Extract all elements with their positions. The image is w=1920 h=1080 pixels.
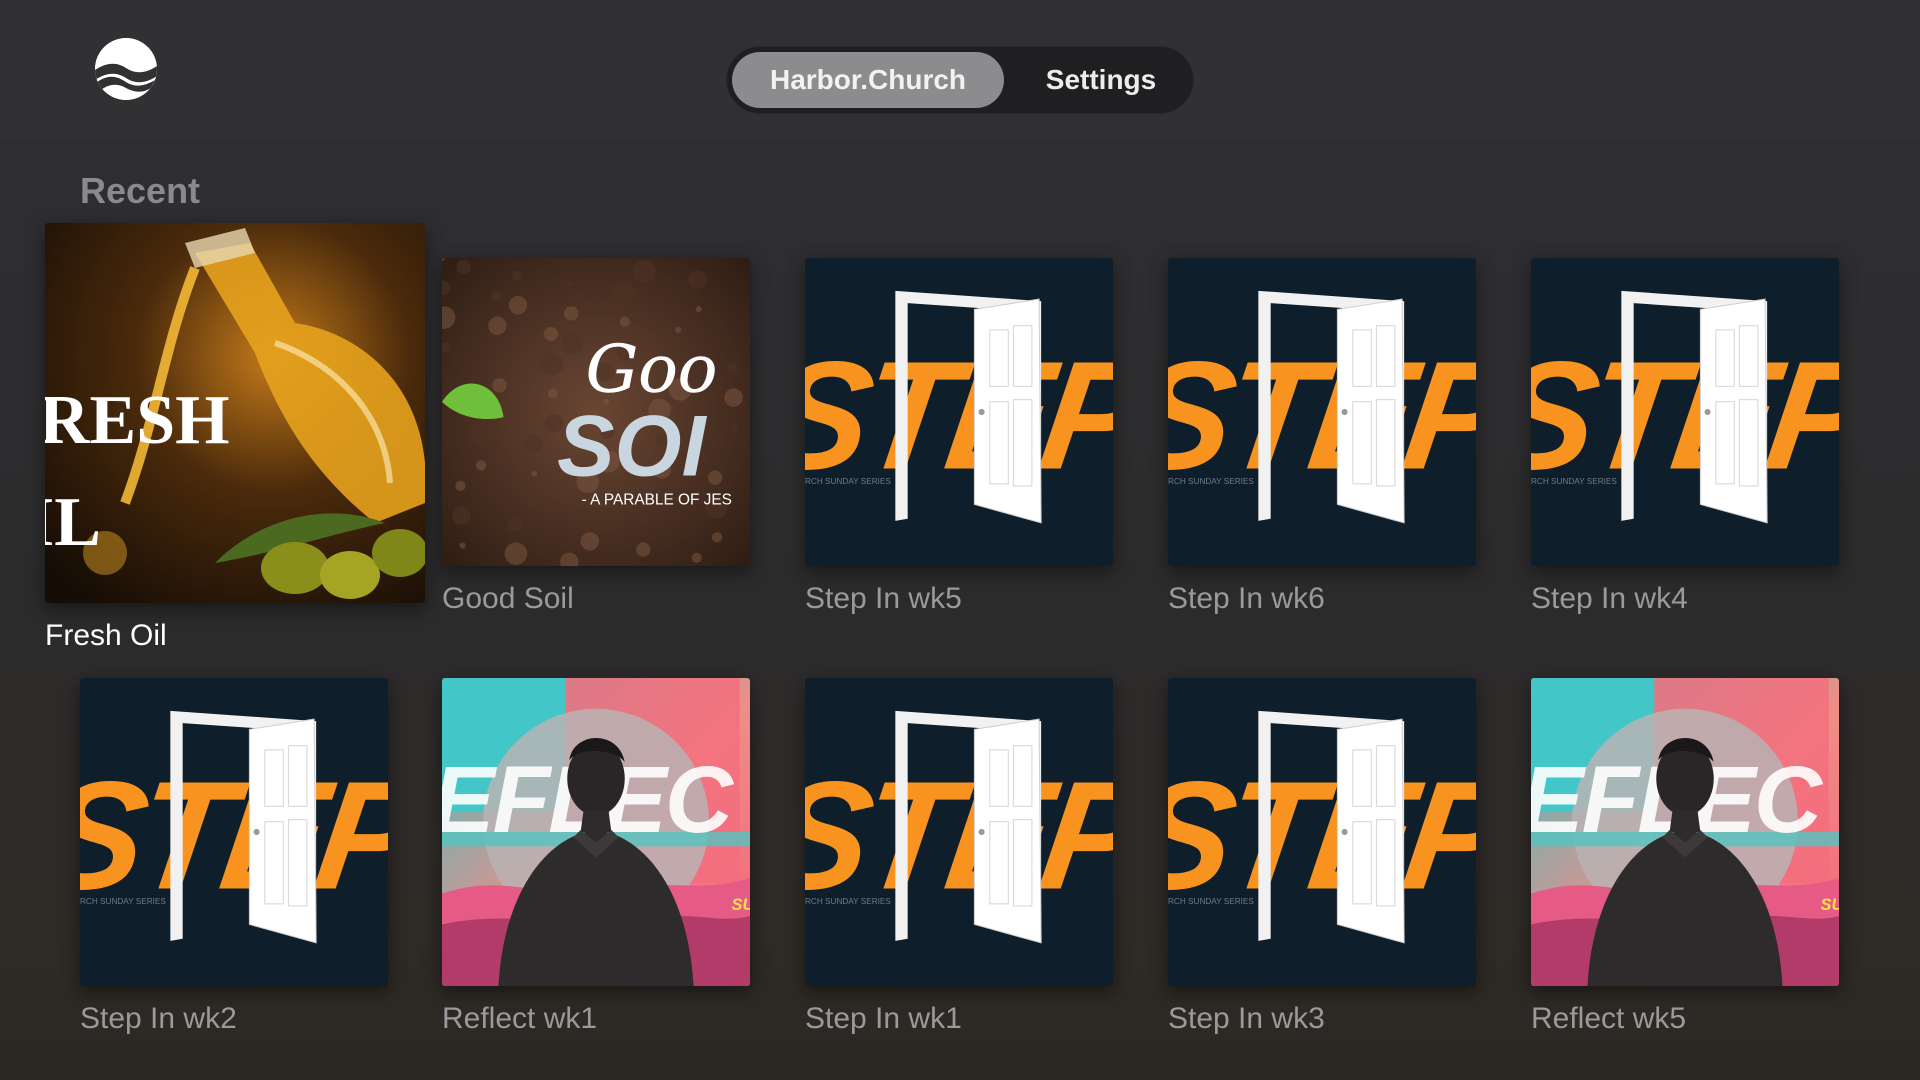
reflect-corner-text: SU: [732, 896, 750, 914]
step-in-subtitle-text: RCH SUNDAY SERIES: [80, 897, 166, 906]
media-card-step-in-wk6[interactable]: STEP IIRCH SUNDAY SERIES Step In wk6: [1168, 258, 1476, 626]
fresh-oil-title-line2: IL: [45, 484, 101, 561]
step-in-title-text: STEP II: [805, 749, 1113, 921]
media-title: Reflect wk1: [442, 1002, 598, 1035]
tab-settings[interactable]: Settings: [1016, 52, 1186, 108]
step-in-artwork: STEP IIRCH SUNDAY SERIES: [80, 678, 388, 986]
step-in-artwork: STEP IIRCH SUNDAY SERIES: [1531, 258, 1839, 566]
media-thumbnail[interactable]: RESH IL: [45, 223, 425, 603]
top-tab-bar: Harbor.Church Settings: [726, 46, 1194, 114]
media-title: Step In wk4: [1531, 582, 1688, 615]
wave-globe-icon: [95, 38, 157, 100]
step-in-subtitle-text: RCH SUNDAY SERIES: [805, 897, 891, 906]
media-title: Step In wk2: [80, 1002, 237, 1035]
media-card-step-in-wk2[interactable]: STEP IIRCH SUNDAY SERIES Step In wk2: [80, 678, 388, 1046]
media-card-step-in-wk1[interactable]: STEP IIRCH SUNDAY SERIES Step In wk1: [805, 678, 1113, 1046]
media-card-step-in-wk3[interactable]: STEP IIRCH SUNDAY SERIES Step In wk3: [1168, 678, 1476, 1046]
step-in-subtitle-text: RCH SUNDAY SERIES: [805, 477, 891, 486]
step-in-subtitle-text: RCH SUNDAY SERIES: [1531, 477, 1617, 486]
step-in-title-text: STEP II: [805, 329, 1113, 501]
media-title: Good Soil: [442, 582, 574, 615]
good-soil-artwork: GooSOI- A PARABLE OF JES: [442, 258, 750, 566]
step-in-title-text: STEP II: [1531, 329, 1839, 501]
media-thumbnail[interactable]: EFLECSU: [1531, 678, 1839, 986]
door-graphic: [248, 718, 317, 944]
fresh-oil-artwork: RESH IL: [45, 223, 425, 603]
media-thumbnail[interactable]: STEP IIRCH SUNDAY SERIES: [1531, 258, 1839, 566]
media-card-reflect-wk5[interactable]: EFLECSU Reflect wk5: [1531, 678, 1839, 1046]
door-graphic: [1336, 298, 1405, 524]
good-soil-subtitle-text: - A PARABLE OF JES: [582, 491, 732, 508]
fresh-oil-title-line1: RESH: [45, 382, 230, 459]
step-in-subtitle-text: RCH SUNDAY SERIES: [1168, 897, 1254, 906]
good-soil-script-text: Goo: [586, 331, 718, 407]
media-title: Reflect wk5: [1531, 1002, 1687, 1035]
door-graphic: [1336, 718, 1405, 944]
media-title: Step In wk1: [805, 1002, 962, 1035]
good-soil-title-text: SOI: [557, 399, 708, 495]
step-in-subtitle-text: RCH SUNDAY SERIES: [1168, 477, 1254, 486]
step-in-artwork: STEP IIRCH SUNDAY SERIES: [805, 678, 1113, 986]
media-thumbnail[interactable]: EFLECSU: [442, 678, 750, 986]
reflect-artwork: EFLECSU: [442, 678, 750, 986]
media-card-fresh-oil[interactable]: RESH IL Fresh Oil: [45, 223, 425, 663]
reflect-artwork: EFLECSU: [1531, 678, 1839, 986]
door-graphic: [1699, 298, 1768, 524]
media-thumbnail[interactable]: STEP IIRCH SUNDAY SERIES: [805, 678, 1113, 986]
media-title: Fresh Oil: [45, 619, 167, 652]
media-title: Step In wk5: [805, 582, 962, 615]
step-in-title-text: STEP II: [1168, 329, 1476, 501]
door-graphic: [973, 298, 1042, 524]
media-thumbnail[interactable]: STEP IIRCH SUNDAY SERIES: [80, 678, 388, 986]
media-thumbnail[interactable]: Goo SOI - A PARABLE OF JES: [442, 258, 750, 566]
media-thumbnail[interactable]: STEP IIRCH SUNDAY SERIES: [1168, 678, 1476, 986]
media-title: Step In wk6: [1168, 582, 1325, 615]
media-thumbnail[interactable]: STEP IIRCH SUNDAY SERIES: [805, 258, 1113, 566]
media-thumbnail[interactable]: STEP IIRCH SUNDAY SERIES: [1168, 258, 1476, 566]
tab-harbor-church[interactable]: Harbor.Church: [732, 52, 1004, 108]
door-graphic: [973, 718, 1042, 944]
media-title: Step In wk3: [1168, 1002, 1325, 1035]
step-in-title-text: STEP II: [80, 749, 388, 921]
media-card-step-in-wk4[interactable]: STEP IIRCH SUNDAY SERIES Step In wk4: [1531, 258, 1839, 626]
step-in-artwork: STEP IIRCH SUNDAY SERIES: [1168, 678, 1476, 986]
step-in-artwork: STEP IIRCH SUNDAY SERIES: [1168, 258, 1476, 566]
step-in-artwork: STEP IIRCH SUNDAY SERIES: [805, 258, 1113, 566]
media-card-step-in-wk5[interactable]: STEP IIRCH SUNDAY SERIES Step In wk5: [805, 258, 1113, 626]
reflect-corner-text: SU: [1821, 896, 1839, 914]
media-card-reflect-wk1[interactable]: EFLECSU Reflect wk1: [442, 678, 750, 1046]
section-title: Recent: [80, 170, 201, 211]
media-card-good-soil[interactable]: Goo SOI - A PARABLE OF JES Good Soil: [442, 258, 750, 626]
step-in-title-text: STEP II: [1168, 749, 1476, 921]
